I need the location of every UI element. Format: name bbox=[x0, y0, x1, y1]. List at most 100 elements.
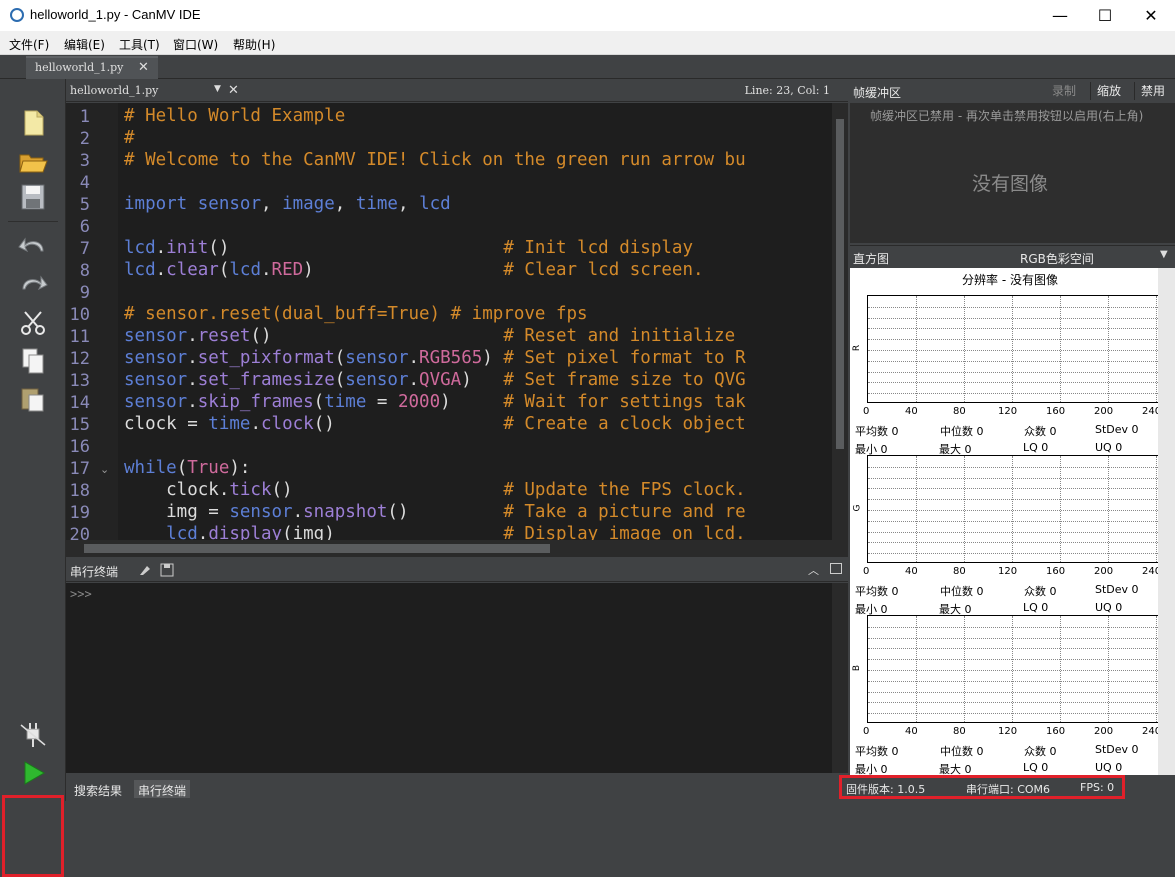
colorspace-select[interactable]: RGB色彩空间 bbox=[1020, 250, 1094, 267]
redo-icon[interactable] bbox=[17, 269, 49, 297]
scrollbar-thumb[interactable] bbox=[84, 544, 550, 553]
editor-file-selector[interactable]: helloworld_1.py bbox=[70, 84, 158, 97]
histogram-header: 直方图 RGB色彩空间 ▼ bbox=[850, 245, 1175, 267]
line-number: 20 bbox=[69, 525, 90, 540]
collapse-icon[interactable]: ︿ bbox=[808, 562, 819, 578]
code-line: lcd.init() # Init lcd display bbox=[124, 238, 693, 258]
axis-tick-label: 80 bbox=[953, 406, 966, 417]
left-toolbar bbox=[0, 79, 66, 877]
maximize-button[interactable]: ☐ bbox=[1082, 0, 1128, 31]
stat-uq: UQ 0 bbox=[1095, 601, 1123, 614]
menu-window[interactable]: 窗口(W) bbox=[173, 36, 218, 53]
close-button[interactable]: ✕ bbox=[1128, 0, 1174, 31]
line-number-gutter: 1 2 3 4 5 6 7 8 9 10 11 12 13 14 15 16 17 ⌄ 18 19 20 bbox=[66, 103, 118, 540]
code-editor[interactable]: 1 2 3 4 5 6 7 8 9 10 11 12 13 14 15 16 17 ⌄ 18 19 20 # Hello… bbox=[66, 103, 832, 540]
terminal-scrollbar[interactable] bbox=[832, 583, 848, 773]
menu-help[interactable]: 帮助(H) bbox=[233, 36, 275, 53]
line-number: 7 bbox=[79, 239, 90, 259]
histogram-plot bbox=[867, 615, 1159, 723]
line-number: 17 bbox=[69, 459, 90, 479]
code-line: sensor.set_pixformat(sensor.RGB565) # Se… bbox=[124, 348, 746, 368]
copy-icon[interactable] bbox=[17, 347, 49, 375]
file-dropdown-icon[interactable]: ▼ bbox=[214, 84, 221, 94]
histogram-plot bbox=[867, 295, 1159, 403]
cursor-position: Line: 23, Col: 1 bbox=[744, 84, 830, 97]
close-editor-icon[interactable]: ✕ bbox=[228, 83, 239, 98]
line-number: 14 bbox=[69, 393, 90, 413]
stat-median: 中位数 0 bbox=[940, 745, 984, 758]
menu-tools[interactable]: 工具(T) bbox=[119, 36, 160, 53]
line-number: 2 bbox=[79, 129, 90, 149]
zoom-button[interactable]: 缩放 bbox=[1090, 82, 1127, 100]
histogram-title: 直方图 bbox=[853, 252, 890, 266]
minimize-button[interactable]: — bbox=[1037, 0, 1083, 31]
code-line: sensor.skip_frames(time = 2000) # Wait f… bbox=[124, 392, 746, 412]
axis-tick-label: 200 bbox=[1094, 726, 1114, 737]
code-line: # Hello World Example bbox=[124, 106, 346, 126]
stat-median: 中位数 0 bbox=[940, 425, 984, 438]
menu-file[interactable]: 文件(F) bbox=[9, 36, 49, 53]
document-tab-bar: helloworld_1.py ✕ bbox=[0, 55, 1175, 79]
axis-tick-label: 200 bbox=[1094, 566, 1114, 577]
serial-port: 串行端口: COM6 bbox=[966, 783, 1051, 796]
editor-vertical-scrollbar[interactable] bbox=[832, 103, 848, 540]
status-highlight: 固件版本: 1.0.5 串行端口: COM6 FPS: 0 bbox=[839, 775, 1125, 799]
channel-label: G bbox=[852, 504, 863, 512]
axis-tick-label: 120 bbox=[998, 726, 1018, 737]
terminal-title: 串行终端 bbox=[70, 565, 119, 579]
stat-max: 最大 0 bbox=[939, 763, 972, 776]
stat-mode: 众数 0 bbox=[1024, 745, 1057, 758]
paste-icon[interactable] bbox=[17, 385, 49, 413]
save-icon[interactable] bbox=[17, 183, 49, 211]
code-line: sensor.reset() # Reset and initialize bbox=[124, 326, 736, 346]
stat-stdev: StDev 0 bbox=[1095, 743, 1139, 756]
axis-tick-label: 0 bbox=[863, 406, 870, 417]
record-button[interactable]: 录制 bbox=[1046, 82, 1082, 100]
connect-icon[interactable] bbox=[17, 721, 49, 749]
app-icon bbox=[10, 8, 24, 22]
line-number: 9 bbox=[79, 283, 90, 303]
chevron-down-icon[interactable]: ▼ bbox=[1160, 249, 1168, 260]
channel-label: R bbox=[852, 344, 863, 352]
line-number: 3 bbox=[79, 151, 90, 171]
save-log-icon[interactable] bbox=[160, 563, 174, 577]
code-line: clock = time.clock() # Create a clock ob… bbox=[124, 414, 746, 434]
histogram-scrollbar[interactable] bbox=[1158, 268, 1175, 775]
undo-icon[interactable] bbox=[17, 231, 49, 259]
channel-label: B bbox=[852, 664, 863, 672]
clear-icon[interactable] bbox=[138, 563, 152, 577]
fold-icon[interactable]: ⌄ bbox=[100, 463, 109, 476]
code-line: sensor.set_framesize(sensor.QVGA) # Set … bbox=[124, 370, 746, 390]
axis-tick-label: 120 bbox=[998, 406, 1018, 417]
stat-stdev: StDev 0 bbox=[1095, 583, 1139, 596]
terminal-prompt: >>> bbox=[70, 587, 92, 601]
menu-edit[interactable]: 编辑(E) bbox=[64, 36, 105, 53]
tab-close-icon[interactable]: ✕ bbox=[138, 60, 149, 75]
code-line: import sensor, image, time, lcd bbox=[124, 194, 451, 214]
tab-search-results[interactable]: 搜索结果 bbox=[70, 780, 126, 798]
serial-terminal[interactable]: >>> bbox=[66, 583, 832, 773]
line-number: 8 bbox=[79, 261, 90, 281]
tab-label: helloworld_1.py bbox=[35, 61, 124, 74]
cut-icon[interactable] bbox=[17, 309, 49, 337]
title-bar: helloworld_1.py - CanMV IDE — ☐ ✕ bbox=[0, 0, 1175, 31]
open-folder-icon[interactable] bbox=[17, 147, 49, 175]
disable-button[interactable]: 禁用 bbox=[1134, 82, 1171, 100]
tab-helloworld[interactable]: helloworld_1.py ✕ bbox=[26, 56, 158, 79]
stat-mean: 平均数 0 bbox=[855, 745, 899, 758]
code-line: clock.tick() # Update the FPS clock. bbox=[124, 480, 746, 500]
run-icon[interactable] bbox=[17, 759, 49, 787]
line-number: 12 bbox=[69, 349, 90, 369]
line-number: 1 bbox=[79, 107, 90, 127]
new-file-icon[interactable] bbox=[17, 109, 49, 137]
maximize-pane-icon[interactable] bbox=[830, 563, 842, 574]
scrollbar-thumb[interactable] bbox=[836, 119, 844, 449]
line-number: 16 bbox=[69, 437, 90, 457]
tab-serial-terminal[interactable]: 串行终端 bbox=[134, 780, 191, 798]
code-line: # Welcome to the CanMV IDE! Click on the… bbox=[124, 150, 746, 170]
framebuffer-message: 帧缓冲区已禁用 - 再次单击禁用按钮以启用(右上角) bbox=[870, 109, 1144, 123]
stat-stdev: StDev 0 bbox=[1095, 423, 1139, 436]
code-line: lcd.display(img) # Display image on lcd. bbox=[166, 524, 746, 540]
code-line: lcd.clear(lcd.RED) # Clear lcd screen. bbox=[124, 260, 704, 280]
editor-horizontal-scrollbar[interactable] bbox=[66, 540, 848, 557]
